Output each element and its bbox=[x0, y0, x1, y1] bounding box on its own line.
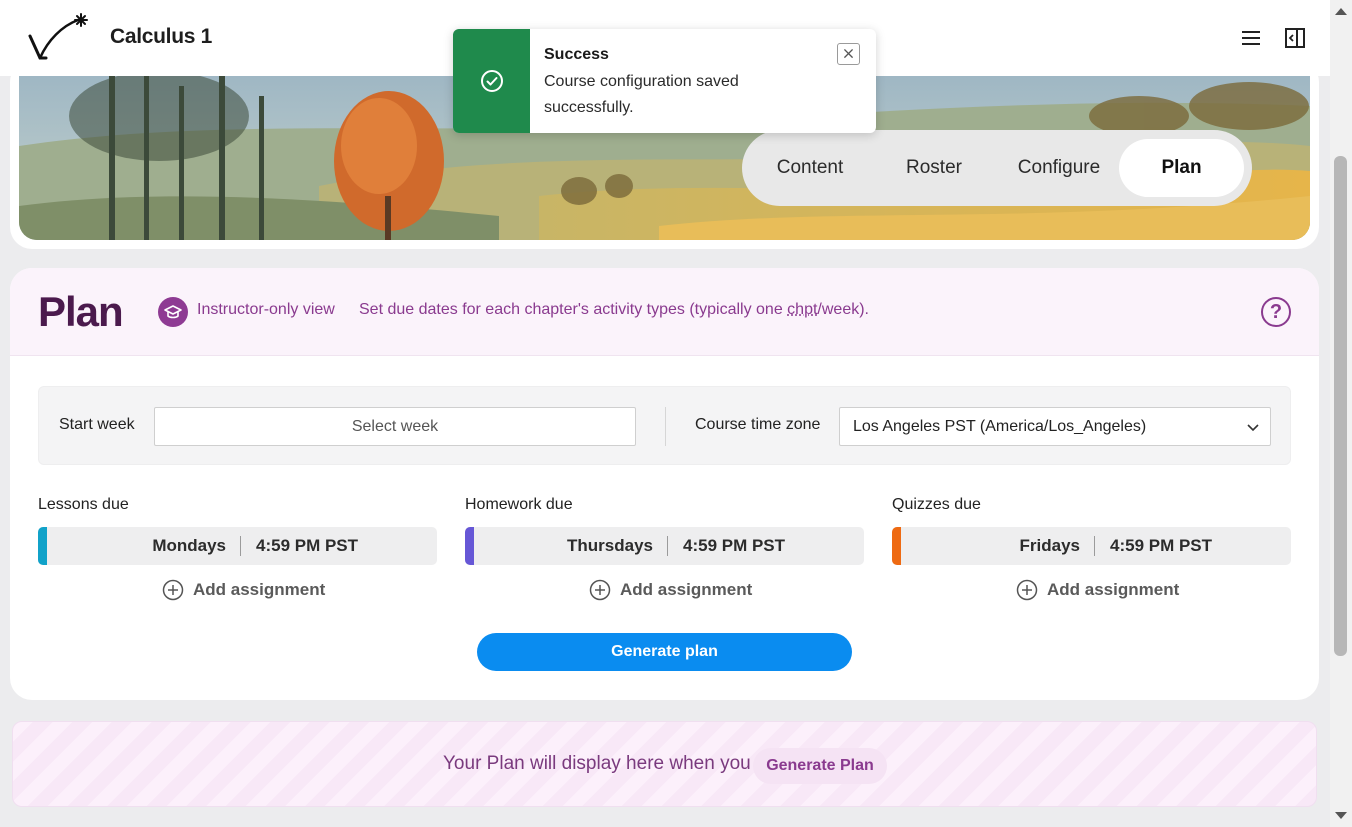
graduation-cap-icon bbox=[158, 297, 188, 327]
description-suffix: /week). bbox=[817, 301, 869, 318]
due-separator bbox=[240, 536, 241, 556]
add-lesson-assignment-button[interactable]: Add assignment bbox=[162, 578, 326, 602]
add-homework-assignment-button[interactable]: Add assignment bbox=[589, 578, 753, 602]
plus-circle-icon bbox=[1016, 579, 1038, 601]
lessons-due-time: 4:59 PM PST bbox=[256, 536, 359, 555]
check-circle-icon bbox=[481, 70, 503, 92]
plus-circle-icon bbox=[162, 579, 184, 601]
lessons-due-label: Lessons due bbox=[38, 496, 129, 513]
quizzes-due-day: Fridays bbox=[1019, 536, 1080, 555]
quizzes-due-selector[interactable]: Fridays 4:59 PM PST bbox=[892, 527, 1291, 565]
plan-header: Plan Instructor-only view Set due dates … bbox=[10, 268, 1319, 356]
timezone-select[interactable]: Los Angeles PST (America/Los_Angeles) bbox=[839, 407, 1271, 446]
scrollbar-thumb[interactable] bbox=[1334, 156, 1347, 656]
plan-settings: Start week Select week Course time zone … bbox=[38, 386, 1291, 465]
lessons-due-day: Mondays bbox=[152, 536, 226, 555]
plus-circle-icon bbox=[589, 579, 611, 601]
timezone-label: Course time zone bbox=[695, 416, 821, 433]
homework-due-time: 4:59 PM PST bbox=[683, 536, 786, 555]
toast-title: Success bbox=[544, 46, 609, 63]
quizzes-accent bbox=[892, 527, 901, 565]
scroll-down-arrow-icon[interactable] bbox=[1334, 811, 1348, 821]
scroll-up-arrow-icon[interactable] bbox=[1334, 6, 1348, 16]
side-panel-toggle-icon[interactable] bbox=[1282, 26, 1308, 50]
homework-due-selector[interactable]: Thursdays 4:59 PM PST bbox=[465, 527, 864, 565]
quizzes-due-time: 4:59 PM PST bbox=[1110, 536, 1213, 555]
close-icon[interactable] bbox=[837, 43, 860, 65]
description-text: Set due dates for each chapter's activit… bbox=[359, 301, 788, 318]
instructor-only-label: Instructor-only view bbox=[197, 301, 335, 318]
tab-roster[interactable]: Roster bbox=[879, 139, 989, 197]
settings-divider bbox=[665, 407, 666, 446]
plan-placeholder: Your Plan will display here when you Gen… bbox=[12, 721, 1317, 807]
app-logo[interactable] bbox=[28, 12, 92, 64]
placeholder-message: Your Plan will display here when you bbox=[443, 753, 751, 774]
homework-accent bbox=[465, 527, 474, 565]
plan-card: Plan Instructor-only view Set due dates … bbox=[10, 268, 1319, 700]
page-title: Plan bbox=[38, 288, 124, 335]
tab-configure[interactable]: Configure bbox=[1000, 139, 1118, 197]
add-quiz-assignment-button[interactable]: Add assignment bbox=[1016, 578, 1180, 602]
homework-due-label: Homework due bbox=[465, 496, 573, 513]
add-assignment-label: Add assignment bbox=[1047, 580, 1180, 599]
plan-description: Set due dates for each chapter's activit… bbox=[359, 301, 869, 319]
start-week-label: Start week bbox=[59, 416, 135, 433]
due-separator bbox=[667, 536, 668, 556]
chapter-abbreviation: chpt bbox=[787, 301, 818, 318]
tab-content[interactable]: Content bbox=[755, 139, 865, 197]
generate-plan-link-button[interactable]: Generate Plan bbox=[753, 748, 887, 784]
quizzes-due-label: Quizzes due bbox=[892, 496, 981, 513]
toast-message: Course configuration saved successfully. bbox=[544, 73, 739, 116]
hamburger-menu-icon[interactable] bbox=[1238, 26, 1264, 50]
help-icon[interactable]: ? bbox=[1261, 297, 1291, 327]
success-toast: Success Course configuration saved succe… bbox=[453, 29, 876, 133]
lessons-accent bbox=[38, 527, 47, 565]
tab-plan[interactable]: Plan bbox=[1119, 139, 1244, 197]
add-assignment-label: Add assignment bbox=[620, 580, 753, 599]
course-tabs: Content Roster Configure Plan bbox=[742, 130, 1252, 206]
course-title: Calculus 1 bbox=[110, 25, 213, 48]
homework-due-day: Thursdays bbox=[567, 536, 653, 555]
toast-status-bar bbox=[453, 29, 530, 133]
due-separator bbox=[1094, 536, 1095, 556]
add-assignment-label: Add assignment bbox=[193, 580, 326, 599]
lessons-due-selector[interactable]: Mondays 4:59 PM PST bbox=[38, 527, 437, 565]
start-week-picker[interactable]: Select week bbox=[154, 407, 636, 446]
chevron-down-icon bbox=[1247, 424, 1259, 432]
timezone-value: Los Angeles PST (America/Los_Angeles) bbox=[853, 418, 1147, 435]
generate-plan-button[interactable]: Generate plan bbox=[477, 633, 852, 671]
